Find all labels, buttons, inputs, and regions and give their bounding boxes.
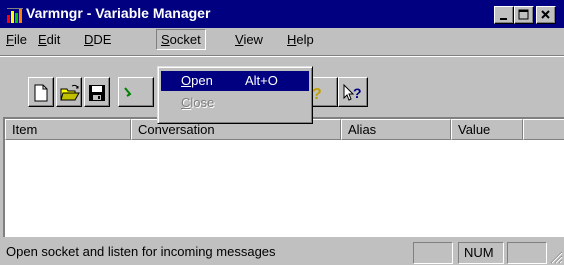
- status-panel-num: NUM: [458, 242, 504, 264]
- menu-dde[interactable]: DDE: [84, 32, 111, 47]
- app-window: Varmngr - Variable Manager File Edit DDE…: [0, 0, 564, 265]
- socket-menu-open-label: Open: [181, 73, 213, 88]
- toolbar-hidden-button[interactable]: [118, 77, 154, 107]
- socket-menu-open-text: pen: [191, 73, 213, 88]
- context-help-button[interactable]: ?: [338, 77, 368, 107]
- title-bar[interactable]: Varmngr - Variable Manager: [0, 0, 564, 28]
- socket-menu-open-shortcut: Alt+O: [245, 73, 278, 88]
- menu-file[interactable]: File: [6, 32, 27, 47]
- help-button[interactable]: ?: [310, 77, 338, 107]
- column-header-value[interactable]: Value: [451, 119, 523, 140]
- svg-text:?: ?: [312, 86, 322, 102]
- socket-menu-open-accel: O: [181, 73, 192, 88]
- close-button[interactable]: [536, 6, 556, 24]
- new-button[interactable]: [28, 77, 54, 107]
- menu-edit[interactable]: Edit: [38, 32, 60, 47]
- toolbar-separator: [0, 55, 564, 57]
- menu-view-label: iew: [243, 32, 263, 47]
- context-help-icon: ?: [343, 84, 362, 101]
- menu-help-label: elp: [296, 32, 314, 47]
- socket-menu-open[interactable]: Open Alt+O: [161, 71, 309, 91]
- menu-view[interactable]: View: [235, 32, 263, 47]
- svg-text:?: ?: [353, 85, 362, 101]
- close-icon: [541, 10, 550, 19]
- variables-list[interactable]: Item Conversation Alias Value: [3, 117, 564, 237]
- socket-menu-close-label: Close: [181, 95, 214, 110]
- column-header-item[interactable]: Item: [5, 119, 131, 140]
- window-title: Varmngr - Variable Manager: [26, 5, 211, 21]
- socket-menu-close-text: lose: [190, 95, 215, 110]
- open-button[interactable]: [56, 77, 82, 107]
- menu-file-accel: F: [6, 32, 14, 47]
- new-document-icon: [34, 84, 48, 102]
- menu-dde-accel: D: [84, 32, 94, 47]
- resize-grip-icon[interactable]: [549, 250, 563, 264]
- column-header-filler: [523, 119, 564, 140]
- maximize-button[interactable]: [514, 6, 534, 24]
- menu-socket[interactable]: Socket: [156, 29, 206, 50]
- save-disk-icon: [89, 85, 105, 101]
- status-message: Open socket and listen for incoming mess…: [6, 244, 276, 259]
- app-icon[interactable]: [6, 6, 24, 24]
- menu-file-label: ile: [13, 32, 27, 47]
- status-bar: Open socket and listen for incoming mess…: [0, 240, 564, 265]
- column-header-alias[interactable]: Alias: [341, 119, 451, 140]
- menu-bar: File Edit DDE Socket View Help: [0, 28, 564, 50]
- connect-icon: [124, 87, 132, 97]
- menu-help[interactable]: Help: [287, 32, 314, 47]
- menu-help-accel: H: [287, 32, 297, 47]
- socket-menu-close[interactable]: Close: [161, 93, 309, 113]
- socket-menu-close-accel: C: [181, 95, 191, 110]
- save-button[interactable]: [84, 77, 110, 107]
- menu-dde-label: DE: [93, 32, 112, 47]
- menu-socket-accel: S: [161, 32, 170, 47]
- socket-menu-dropdown: Open Alt+O Close: [157, 66, 313, 124]
- status-panel-caps: [413, 242, 453, 264]
- menu-socket-label: ocket: [169, 32, 201, 47]
- maximize-icon: [518, 9, 529, 20]
- status-panel-scroll: [507, 242, 547, 264]
- minimize-icon: [500, 18, 507, 20]
- menu-edit-accel: E: [38, 32, 47, 47]
- minimize-button[interactable]: [494, 6, 514, 24]
- menu-edit-label: dit: [46, 32, 61, 47]
- open-folder-icon: [60, 84, 80, 101]
